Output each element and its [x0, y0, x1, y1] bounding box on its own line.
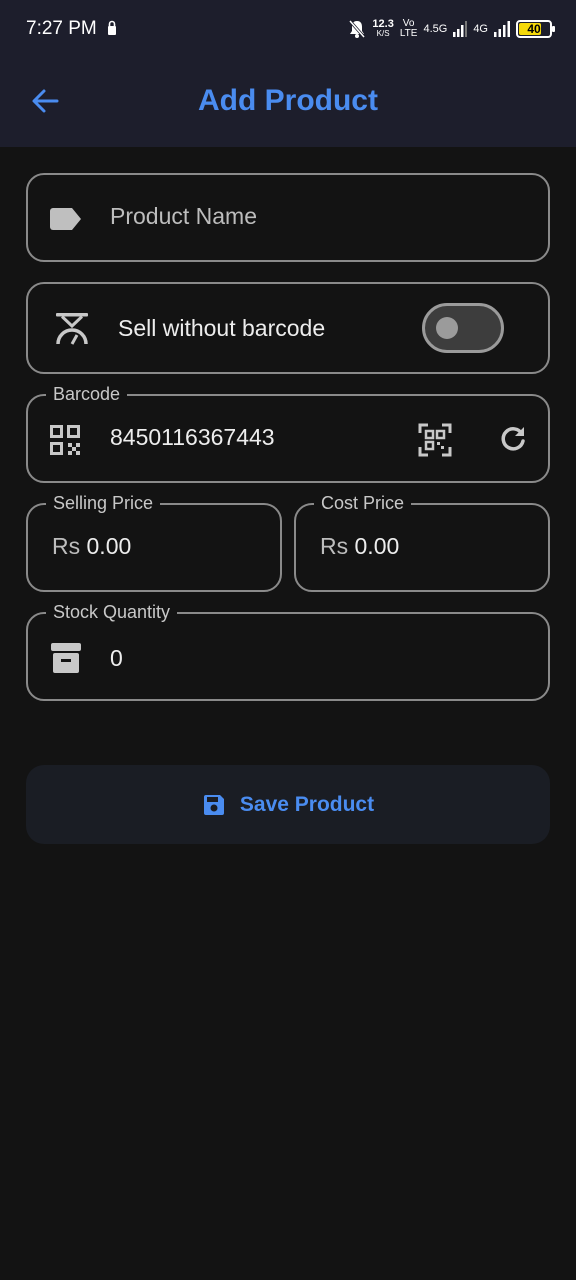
cost-price-field[interactable]: Cost Price Rs 0.00: [294, 492, 550, 592]
network-type-2: 4G: [473, 23, 488, 35]
cost-price-value: 0.00: [354, 533, 400, 559]
selling-price-label: Selling Price: [46, 492, 161, 514]
currency-prefix: Rs: [320, 533, 349, 559]
product-name-input[interactable]: Product Name: [110, 203, 257, 230]
volte-indicator: Vo LTE: [399, 18, 418, 39]
toggle-knob: [436, 317, 458, 339]
status-icons: 12.3 K/S Vo LTE 4.5G 4G 40: [348, 14, 555, 44]
status-bar: 7:27 PM 12.3 K/S Vo LTE 4.5G 4G 40: [0, 0, 576, 58]
signal-icon: [453, 21, 468, 37]
stock-quantity-label: Stock Quantity: [46, 601, 178, 623]
barcode-field[interactable]: Barcode 8450116367443: [26, 383, 550, 483]
battery-icon: 40: [516, 20, 555, 38]
stock-quantity-field[interactable]: Stock Quantity 0: [26, 601, 550, 701]
qr-scan-icon[interactable]: [418, 423, 452, 457]
net-speed: 12.3 K/S: [372, 18, 394, 39]
status-time: 7:27 PM: [26, 18, 97, 39]
refresh-icon[interactable]: [499, 425, 527, 453]
save-product-button[interactable]: Save Product: [26, 765, 550, 844]
product-name-field[interactable]: Product Name: [26, 173, 550, 262]
signal-icon-2: [494, 21, 510, 37]
barcode-label: Barcode: [46, 383, 128, 405]
sell-without-barcode-toggle[interactable]: [422, 303, 504, 353]
notifications-off-icon: [349, 20, 366, 38]
save-product-label: Save Product: [239, 792, 375, 816]
currency-prefix: Rs: [52, 533, 81, 559]
archive-icon: [51, 643, 81, 673]
tag-icon: [50, 208, 81, 230]
sell-without-barcode-row[interactable]: Sell without barcode: [26, 282, 550, 374]
selling-price-value: 0.00: [86, 533, 132, 559]
selling-price-input[interactable]: Rs 0.00: [52, 533, 131, 560]
stock-quantity-input[interactable]: 0: [110, 645, 123, 672]
selling-price-field[interactable]: Selling Price Rs 0.00: [26, 492, 282, 592]
sell-without-barcode-label: Sell without barcode: [118, 315, 326, 341]
cost-price-input[interactable]: Rs 0.00: [320, 533, 399, 560]
barcode-input[interactable]: 8450116367443: [110, 424, 275, 451]
page-title: Add Product: [198, 84, 378, 117]
lock-icon: [108, 20, 116, 35]
network-type-1: 4.5G: [423, 23, 448, 35]
save-icon: [203, 794, 224, 815]
cost-price-label: Cost Price: [314, 492, 412, 514]
scale-icon: [56, 313, 88, 345]
qr-code-icon: [50, 425, 80, 455]
